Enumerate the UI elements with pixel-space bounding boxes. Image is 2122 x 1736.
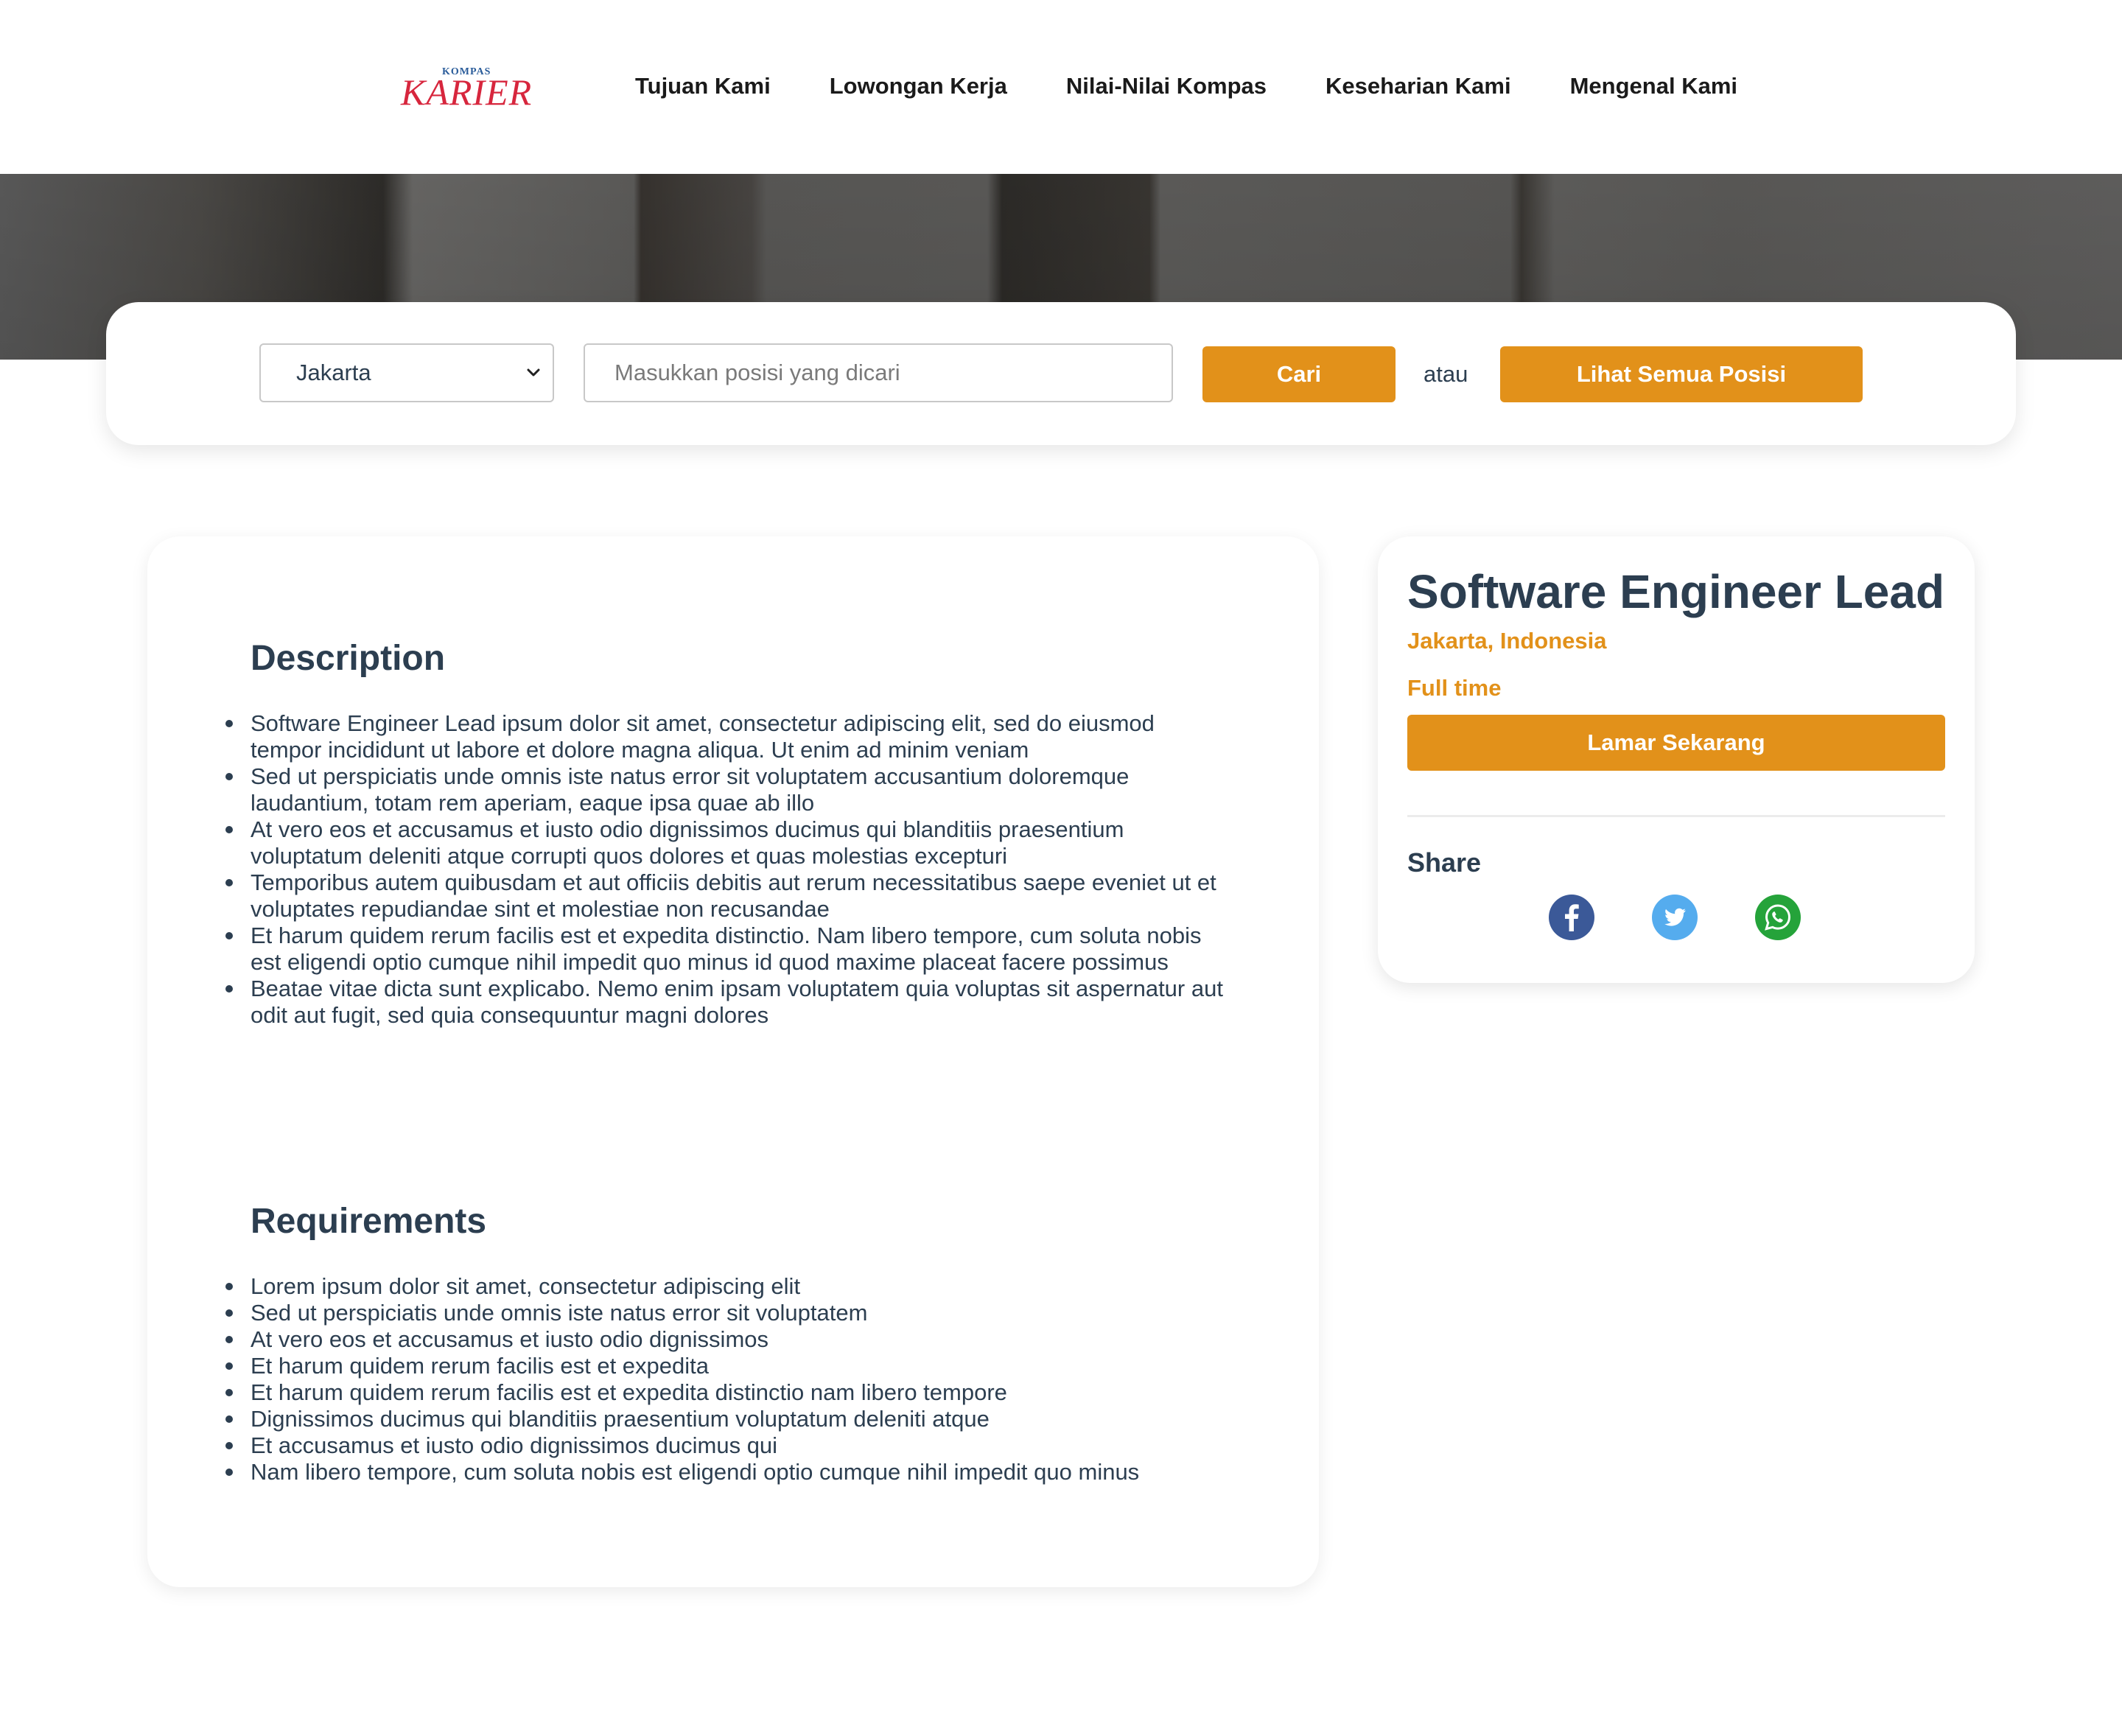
description-item: Software Engineer Lead ipsum dolor sit a… (225, 710, 1223, 763)
requirement-item: Et harum quidem rerum facilis est et exp… (225, 1353, 1223, 1379)
requirement-item: At vero eos et accusamus et iusto odio d… (225, 1326, 1223, 1353)
whatsapp-share-button[interactable] (1755, 895, 1801, 940)
description-item: Et harum quidem rerum facilis est et exp… (225, 923, 1223, 976)
requirement-item: Dignissimos ducimus qui blanditiis praes… (225, 1406, 1223, 1432)
requirement-item: Et accusamus et iusto odio dignissimos d… (225, 1432, 1223, 1459)
location-select-value: Jakarta (296, 360, 371, 385)
nav-mengenal-kami[interactable]: Mengenal Kami (1570, 73, 1737, 99)
facebook-share-button[interactable] (1549, 895, 1594, 940)
chevron-down-icon (527, 368, 540, 377)
requirements-heading: Requirements (251, 1202, 487, 1241)
twitter-icon (1652, 895, 1698, 940)
divider (1407, 815, 1945, 817)
requirements-list: Lorem ipsum dolor sit amet, consectetur … (225, 1273, 1223, 1485)
requirement-item: Et harum quidem rerum facilis est et exp… (225, 1379, 1223, 1406)
facebook-icon (1549, 895, 1594, 940)
nav-lowongan-kerja[interactable]: Lowongan Kerja (830, 73, 1007, 99)
description-heading: Description (251, 639, 446, 678)
job-title: Software Engineer Lead (1407, 565, 1945, 618)
description-item: Beatae vitae dicta sunt explicabo. Nemo … (225, 976, 1223, 1028)
search-card: Jakarta Masukkan posisi yang dicari Cari… (106, 302, 2016, 445)
requirement-item: Nam libero tempore, cum soluta nobis est… (225, 1459, 1223, 1485)
position-search-input[interactable]: Masukkan posisi yang dicari (584, 343, 1173, 402)
requirement-item: Sed ut perspiciatis unde omnis iste natu… (225, 1300, 1223, 1326)
job-type: Full time (1407, 675, 1502, 701)
position-search-placeholder: Masukkan posisi yang dicari (614, 360, 900, 385)
description-item: Temporibus autem quibusdam et aut offici… (225, 869, 1223, 923)
requirement-item: Lorem ipsum dolor sit amet, consectetur … (225, 1273, 1223, 1300)
apply-now-button[interactable]: Lamar Sekarang (1407, 715, 1945, 771)
main-nav: Tujuan Kami Lowongan Kerja Nilai-Nilai K… (635, 66, 1796, 106)
job-details-card: Description Software Engineer Lead ipsum… (147, 536, 1319, 1587)
kompas-karier-logo[interactable]: KOMPAS KARIER (401, 66, 536, 113)
share-label: Share (1407, 847, 1482, 878)
nav-tujuan-kami[interactable]: Tujuan Kami (635, 73, 771, 99)
location-select[interactable]: Jakarta (259, 343, 554, 402)
site-header: KOMPAS KARIER Tujuan Kami Lowongan Kerja… (0, 0, 2122, 174)
nav-keseharian-kami[interactable]: Keseharian Kami (1326, 73, 1511, 99)
job-summary-card: Software Engineer Lead Jakarta, Indonesi… (1378, 536, 1975, 983)
nav-nilai-nilai-kompas[interactable]: Nilai-Nilai Kompas (1066, 73, 1267, 99)
view-all-positions-button[interactable]: Lihat Semua Posisi (1500, 346, 1863, 402)
description-item: At vero eos et accusamus et iusto odio d… (225, 816, 1223, 869)
job-location: Jakarta, Indonesia (1407, 628, 1607, 654)
description-list: Software Engineer Lead ipsum dolor sit a… (225, 710, 1223, 1029)
whatsapp-icon (1755, 895, 1801, 940)
description-item: Sed ut perspiciatis unde omnis iste natu… (225, 763, 1223, 816)
or-label: atau (1424, 361, 1468, 387)
logo-karier-text: KARIER (401, 71, 533, 113)
twitter-share-button[interactable] (1652, 895, 1698, 940)
search-button[interactable]: Cari (1202, 346, 1396, 402)
